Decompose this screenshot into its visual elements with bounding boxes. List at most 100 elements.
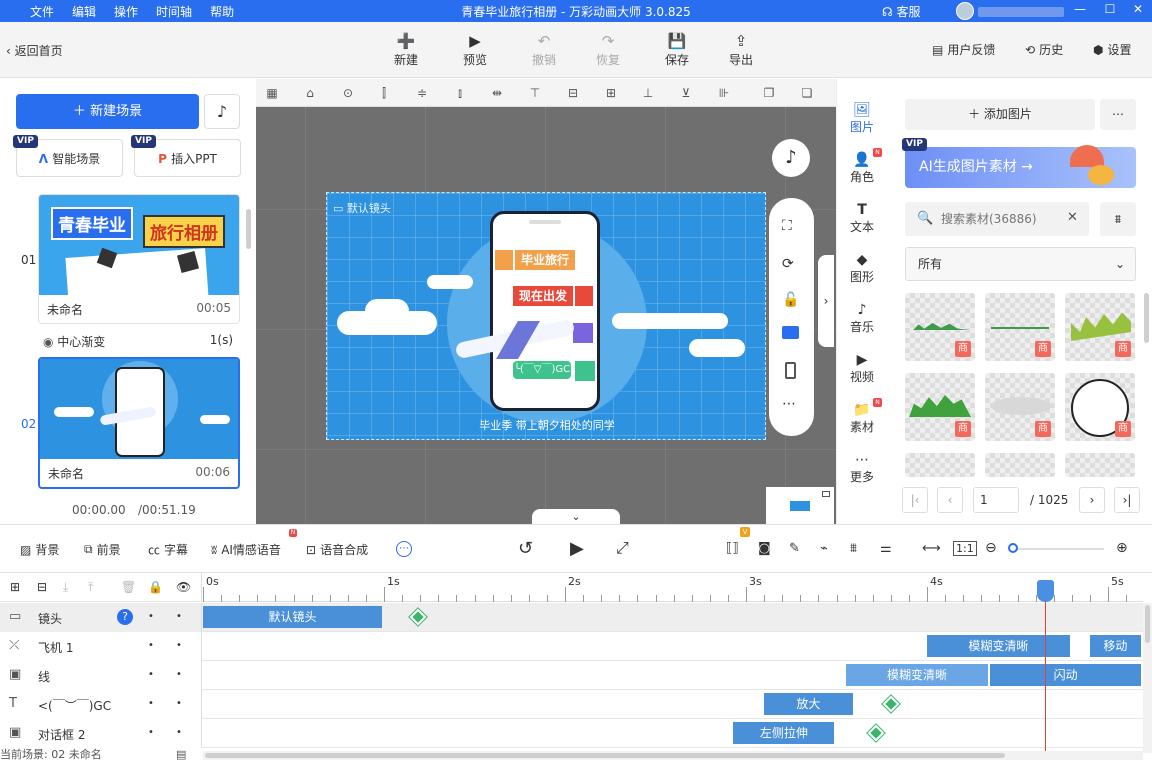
redo-button[interactable]: ↷ 恢复 (583, 32, 633, 68)
filter-button[interactable]: ⩩ (1100, 202, 1136, 236)
tts-button[interactable]: ⊡ 语音合成 (306, 541, 368, 558)
new-button[interactable]: ➕ 新建 (381, 32, 431, 68)
category-select[interactable]: 所有 ⌄ (905, 247, 1136, 281)
lock-icon[interactable]: 🔒 (148, 580, 163, 594)
visibility-dot[interactable]: • (176, 640, 182, 651)
timeline-track[interactable]: ▣ 线 • • 模糊变清晰 闪动 (0, 661, 1143, 690)
transition-item[interactable]: ◉ 中心渐变 1(s) (43, 333, 233, 350)
ruler-icon[interactable]: ▦ (264, 85, 280, 101)
playhead-handle[interactable] (1036, 580, 1054, 602)
track-label[interactable]: ▭ 镜头? • • (0, 603, 202, 632)
track-label[interactable]: ▣ 对话框 2 • • (0, 719, 202, 748)
track-label[interactable]: T <(￣︶￣)GC • • (0, 690, 202, 719)
fullscreen-icon[interactable]: ⤢ (616, 538, 629, 558)
history-button[interactable]: ⟲ 历史 (1025, 41, 1063, 58)
zoom-slider[interactable] (1012, 548, 1104, 550)
home-icon[interactable]: ⌂ (302, 85, 318, 101)
support-button[interactable]: ☊ 客服 (882, 3, 921, 20)
new-folder-icon[interactable]: ⊟ (37, 580, 47, 594)
align-bottom-icon[interactable]: ⊻ (678, 85, 694, 101)
paste-icon[interactable]: ❏ (799, 85, 815, 101)
animation-clip[interactable]: 闪动 (990, 664, 1141, 686)
asset-thumb[interactable]: 商 (985, 373, 1055, 441)
align-center-icon[interactable]: ≑ (414, 85, 430, 101)
page-input[interactable]: 1 (973, 487, 1019, 513)
asset-thumb[interactable]: 商 (905, 293, 975, 361)
asset-thumb[interactable] (905, 453, 975, 477)
align-hcenter-icon[interactable]: ⊞ (603, 85, 619, 101)
back-home-button[interactable]: ‹ 返回首页 (6, 42, 63, 59)
one-to-one-icon[interactable]: 1:1 (953, 541, 977, 556)
music-note-icon[interactable]: ♪ (204, 94, 240, 129)
more-icon[interactable]: ⋯ (782, 396, 796, 412)
subtitle-button[interactable]: ㏄字幕 (148, 541, 188, 558)
minimap[interactable] (766, 487, 834, 524)
undo-button[interactable]: ↶ 撤销 (519, 32, 569, 68)
export-button[interactable]: ⇪ 导出 (716, 32, 766, 68)
scene-card-02[interactable]: 未命名 00:06 (38, 357, 240, 489)
nav-shape[interactable]: ◆ 图形 (837, 252, 887, 285)
prev-page-button[interactable]: ‹ (937, 487, 963, 513)
timeline-track[interactable]: ▣ 对话框 2 • • 左侧拉伸 (0, 719, 1143, 748)
more-circle-icon[interactable]: ⊙ (340, 85, 356, 101)
minimize-button[interactable]: — (1070, 2, 1090, 16)
fit-width-icon[interactable]: ⟷ (922, 541, 941, 556)
visibility-dot[interactable]: • (176, 727, 182, 738)
preview-button[interactable]: ▶ 预览 (450, 32, 500, 68)
zoom-slider-handle[interactable] (1008, 543, 1018, 553)
scene-card-01[interactable]: 青春毕业 旅行相册 未命名 00:05 (38, 194, 240, 324)
align-right-icon[interactable]: ⫾ (452, 85, 468, 101)
more-icon[interactable]: ⋯ (396, 541, 412, 557)
doc-icon[interactable]: ▤ (176, 749, 186, 760)
align-middle-icon[interactable]: ⊟ (565, 85, 581, 101)
asset-thumb[interactable]: 商 (1065, 373, 1135, 441)
nav-more[interactable]: ⋯ 更多 (837, 452, 887, 485)
avatar[interactable] (956, 2, 974, 20)
timeline-track[interactable]: ⤫ 飞机 1 • • 模糊变清晰 移动 (0, 632, 1143, 661)
nav-text[interactable]: T 文本 (837, 202, 887, 235)
animation-clip[interactable]: 默认镜头 (203, 606, 382, 628)
nav-image[interactable]: 🖼 图片 (837, 102, 887, 135)
add-image-button[interactable]: ＋ 添加图片 (905, 99, 1095, 130)
align-left-icon[interactable]: ⫿ (376, 85, 392, 101)
mobile-icon[interactable] (785, 362, 796, 379)
fit-screen-icon[interactable]: ⛶ (782, 218, 792, 234)
new-scene-button[interactable]: ＋ 新建场景 (16, 94, 199, 129)
lock-dot[interactable]: • (148, 611, 154, 622)
visibility-dot[interactable]: • (176, 611, 182, 622)
add-keyframe-icon[interactable] (882, 695, 900, 713)
brush-icon[interactable]: ⌁ (820, 541, 828, 556)
visibility-dot[interactable]: • (176, 698, 182, 709)
visibility-dot[interactable]: • (176, 669, 182, 680)
feedback-button[interactable]: ▤ 用户反馈 (932, 41, 995, 58)
rotate-icon[interactable]: ⟳ (782, 256, 794, 272)
animation-clip[interactable]: 左侧拉伸 (733, 722, 835, 744)
last-page-button[interactable]: ›| (1114, 487, 1140, 513)
trash-icon[interactable]: 🗑 (121, 580, 136, 594)
timeline-track[interactable]: ▭ 镜头? • • 默认镜头 (0, 603, 1143, 632)
animation-clip[interactable]: 移动 (1089, 635, 1141, 657)
asset-thumb[interactable]: 商 (985, 293, 1055, 361)
lock-dot[interactable]: • (148, 640, 154, 651)
move-down-icon[interactable]: ⤓ (63, 580, 68, 595)
desktop-icon[interactable] (782, 326, 799, 339)
close-button[interactable]: ✕ (1128, 2, 1148, 16)
align-top-icon[interactable]: ⊤ (527, 85, 543, 101)
move-up-icon[interactable]: ⤒ (88, 580, 93, 595)
lock-icon[interactable]: 🔓 (782, 292, 799, 308)
animation-clip[interactable]: 放大 (764, 693, 853, 715)
lock-dot[interactable]: • (148, 669, 154, 680)
maximize-button[interactable]: ☐ (1100, 2, 1120, 16)
asset-thumb[interactable] (1065, 453, 1135, 477)
asset-thumb[interactable]: 商 (1065, 293, 1135, 361)
add-keyframe-icon[interactable] (409, 608, 427, 626)
camera-icon[interactable]: ◙ (758, 541, 771, 556)
asset-thumb[interactable] (985, 453, 1055, 477)
add-folder-icon[interactable]: ⊞ (10, 580, 20, 594)
track-label[interactable]: ⤫ 飞机 1 • • (0, 632, 202, 661)
play-icon[interactable]: ▶ (570, 538, 584, 559)
scene-scrollbar[interactable] (246, 209, 251, 249)
nav-music[interactable]: ♪ 音乐 (837, 302, 887, 335)
first-page-button[interactable]: |‹ (902, 487, 928, 513)
foreground-button[interactable]: ⧉ 前景 (84, 541, 121, 558)
